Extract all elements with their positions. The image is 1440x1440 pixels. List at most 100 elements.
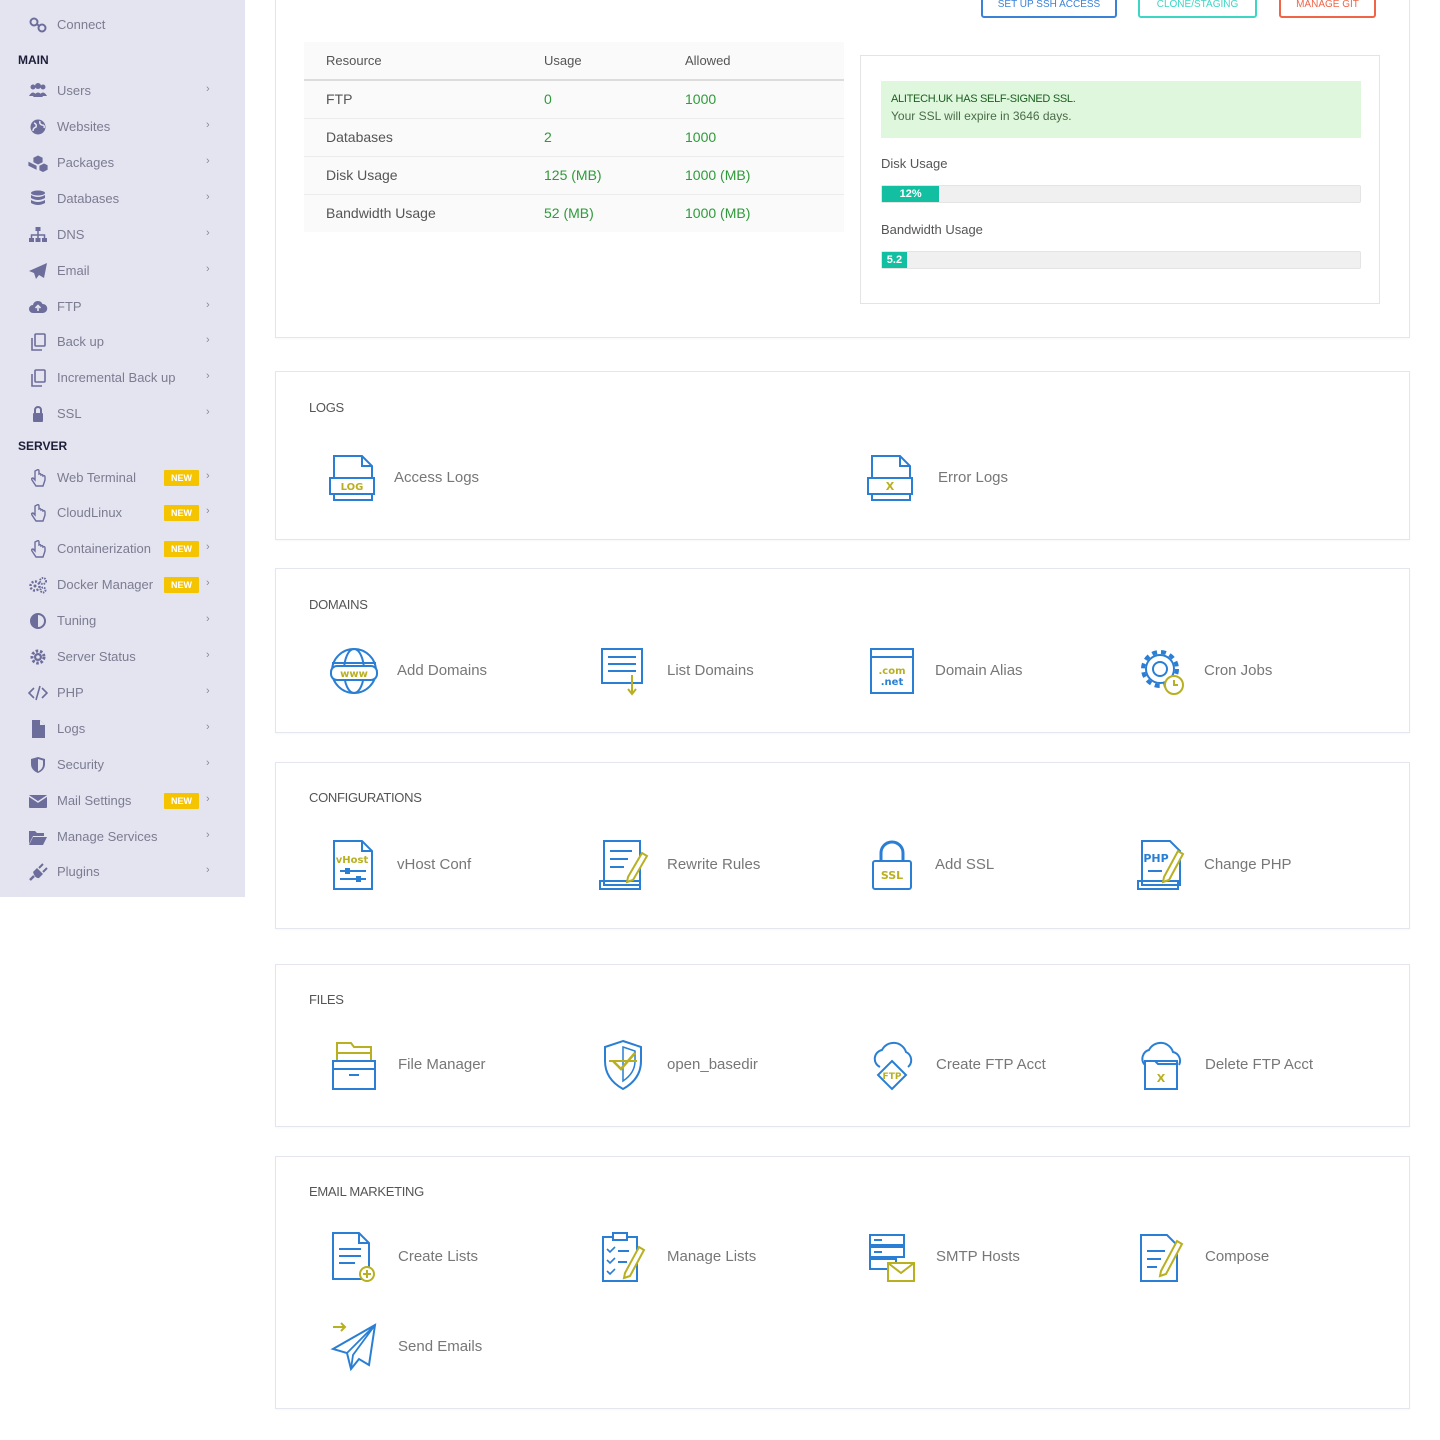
- domain-alias-tile[interactable]: .com .net Domain Alias: [867, 643, 1127, 699]
- sidebar-item-connect[interactable]: Connect: [0, 7, 245, 43]
- create-ftp-acct-tile[interactable]: FTP Create FTP Acct: [868, 1037, 1128, 1093]
- section-main: MAIN: [18, 53, 49, 67]
- sidebar-item-label: Users: [57, 83, 91, 98]
- cogs-icon: [29, 577, 47, 594]
- sidebar-item-email[interactable]: Email ›: [0, 253, 245, 289]
- column-header: Usage: [522, 42, 663, 81]
- hand-pointer-icon: [30, 540, 46, 558]
- sidebar-item-users[interactable]: Users ›: [0, 73, 245, 109]
- sidebar-item-label: Logs: [57, 721, 86, 736]
- sidebar-item-cloudlinux[interactable]: CloudLinux NEW ›: [0, 495, 245, 531]
- list-icon: [601, 648, 643, 696]
- sidebar-item-containerization[interactable]: Containerization NEW ›: [0, 531, 245, 567]
- paper-plane-icon: [330, 1322, 377, 1372]
- sidebar-item-backup[interactable]: Back up ›: [0, 324, 245, 360]
- sidebar-item-label: Back up: [57, 334, 104, 349]
- sidebar-item-packages[interactable]: Packages ›: [0, 145, 245, 181]
- vhost-conf-tile[interactable]: vHost vHost Conf: [328, 837, 588, 893]
- open-basedir-tile[interactable]: open_basedir: [599, 1037, 859, 1093]
- hand-pointer-icon: [30, 469, 46, 487]
- sidebar-item-label: CloudLinux: [57, 505, 123, 520]
- document-add-icon: [332, 1232, 375, 1282]
- tile-label: Manage Lists: [667, 1248, 757, 1265]
- sidebar-item-logs[interactable]: Logs ›: [0, 711, 245, 747]
- manage-git-button[interactable]: MANAGE GIT: [1279, 0, 1376, 18]
- sidebar-item-label: Containerization: [57, 541, 151, 556]
- table-cell: Bandwidth Usage: [326, 205, 436, 222]
- domains-card: DOMAINS www Add Domains List Domains .co…: [275, 568, 1410, 733]
- sidebar-item-mail-settings[interactable]: Mail Settings NEW ›: [0, 783, 245, 819]
- disk-usage-label: Disk Usage: [881, 156, 948, 171]
- disk-usage-fill: 12%: [882, 186, 940, 202]
- sidebar-item-manage-services[interactable]: Manage Services ›: [0, 819, 245, 855]
- paper-plane-icon: [29, 263, 47, 279]
- compose-tile[interactable]: Compose: [1137, 1229, 1397, 1285]
- bandwidth-usage-fill: 5.2: [882, 252, 907, 268]
- icon-text: vHost: [336, 855, 369, 866]
- hand-pointer-icon: [30, 504, 46, 522]
- sidebar-item-php[interactable]: PHP ›: [0, 675, 245, 711]
- cron-jobs-tile[interactable]: Cron Jobs: [1136, 643, 1396, 699]
- icon-text: LOG: [341, 482, 364, 493]
- sidebar-item-ftp[interactable]: FTP ›: [0, 289, 245, 325]
- files-card: FILES File Manager open_basedir FTP Crea…: [275, 964, 1410, 1127]
- php-file-icon: PHP: [1137, 840, 1185, 890]
- table-cell: 1000: [663, 80, 844, 119]
- sidebar-item-web-terminal[interactable]: Web Terminal NEW ›: [0, 460, 245, 496]
- sidebar-item-security[interactable]: Security ›: [0, 747, 245, 783]
- tile-label: Error Logs: [938, 469, 1009, 486]
- access-logs-tile[interactable]: LOG Access Logs: [328, 450, 588, 506]
- chevron-right-icon: ›: [206, 406, 210, 418]
- icon-text: .net: [881, 677, 904, 688]
- sidebar-item-plugins[interactable]: Plugins ›: [0, 854, 245, 890]
- cubes-icon: [28, 154, 48, 172]
- sidebar-item-tuning[interactable]: Tuning ›: [0, 603, 245, 639]
- section-title: DOMAINS: [309, 597, 368, 612]
- file-icon: [32, 720, 45, 738]
- table-cell: 0: [522, 80, 663, 119]
- sidebar-item-label: DNS: [57, 227, 85, 242]
- file-manager-tile[interactable]: File Manager: [329, 1037, 589, 1093]
- sidebar-item-dns[interactable]: DNS ›: [0, 217, 245, 253]
- chevron-right-icon: ›: [206, 470, 210, 482]
- icon-text: .com: [878, 666, 905, 677]
- chevron-right-icon: ›: [206, 155, 210, 167]
- send-emails-tile[interactable]: Send Emails: [329, 1319, 589, 1375]
- add-domains-tile[interactable]: www Add Domains: [328, 643, 588, 699]
- delete-ftp-acct-tile[interactable]: X Delete FTP Acct: [1137, 1037, 1397, 1093]
- chevron-right-icon: ›: [206, 793, 210, 805]
- chevron-right-icon: ›: [206, 227, 210, 239]
- ssl-status-panel: ALITECH.UK HAS SELF-SIGNED SSL. Your SSL…: [860, 55, 1380, 304]
- section-title: LOGS: [309, 400, 344, 415]
- new-badge: NEW: [164, 505, 199, 521]
- setup-ssh-access-button[interactable]: SET UP SSH ACCESS: [981, 0, 1117, 18]
- chevron-right-icon: ›: [206, 649, 210, 661]
- icon-text: X: [1157, 1072, 1166, 1085]
- envelope-icon: [28, 795, 48, 808]
- sidebar-item-incremental-backup[interactable]: Incremental Back up ›: [0, 360, 245, 396]
- tile-label: Rewrite Rules: [667, 856, 761, 873]
- sidebar-item-label: Mail Settings: [57, 793, 132, 808]
- add-ssl-tile[interactable]: SSL Add SSL: [867, 837, 1127, 893]
- smtp-hosts-tile[interactable]: SMTP Hosts: [868, 1229, 1128, 1285]
- error-logs-tile[interactable]: X Error Logs: [866, 450, 1126, 506]
- table-cell: 52 (MB): [544, 205, 594, 222]
- manage-lists-tile[interactable]: Manage Lists: [599, 1229, 859, 1285]
- table-row: Bandwidth Usage 52 (MB) 1000 (MB): [304, 194, 844, 232]
- rewrite-rules-tile[interactable]: Rewrite Rules: [598, 837, 858, 893]
- sidebar-item-docker-manager[interactable]: Docker Manager NEW ›: [0, 567, 245, 603]
- column-header: Resource: [304, 42, 522, 81]
- table-row: FTP 0 1000: [304, 80, 844, 119]
- tile-label: Cron Jobs: [1204, 662, 1273, 679]
- change-php-tile[interactable]: PHP Change PHP: [1136, 837, 1396, 893]
- sidebar-item-server-status[interactable]: Server Status ›: [0, 639, 245, 675]
- clone-staging-button[interactable]: CLONE/STAGING: [1138, 0, 1257, 18]
- create-lists-tile[interactable]: Create Lists: [329, 1229, 589, 1285]
- sidebar-item-databases[interactable]: Databases ›: [0, 181, 245, 217]
- cloud-upload-icon: [29, 300, 48, 313]
- tile-label: Create FTP Acct: [936, 1056, 1046, 1073]
- tile-label: Compose: [1205, 1248, 1270, 1265]
- sidebar-item-ssl[interactable]: SSL ›: [0, 396, 245, 432]
- sidebar-item-websites[interactable]: Websites ›: [0, 109, 245, 145]
- list-domains-tile[interactable]: List Domains: [598, 643, 858, 699]
